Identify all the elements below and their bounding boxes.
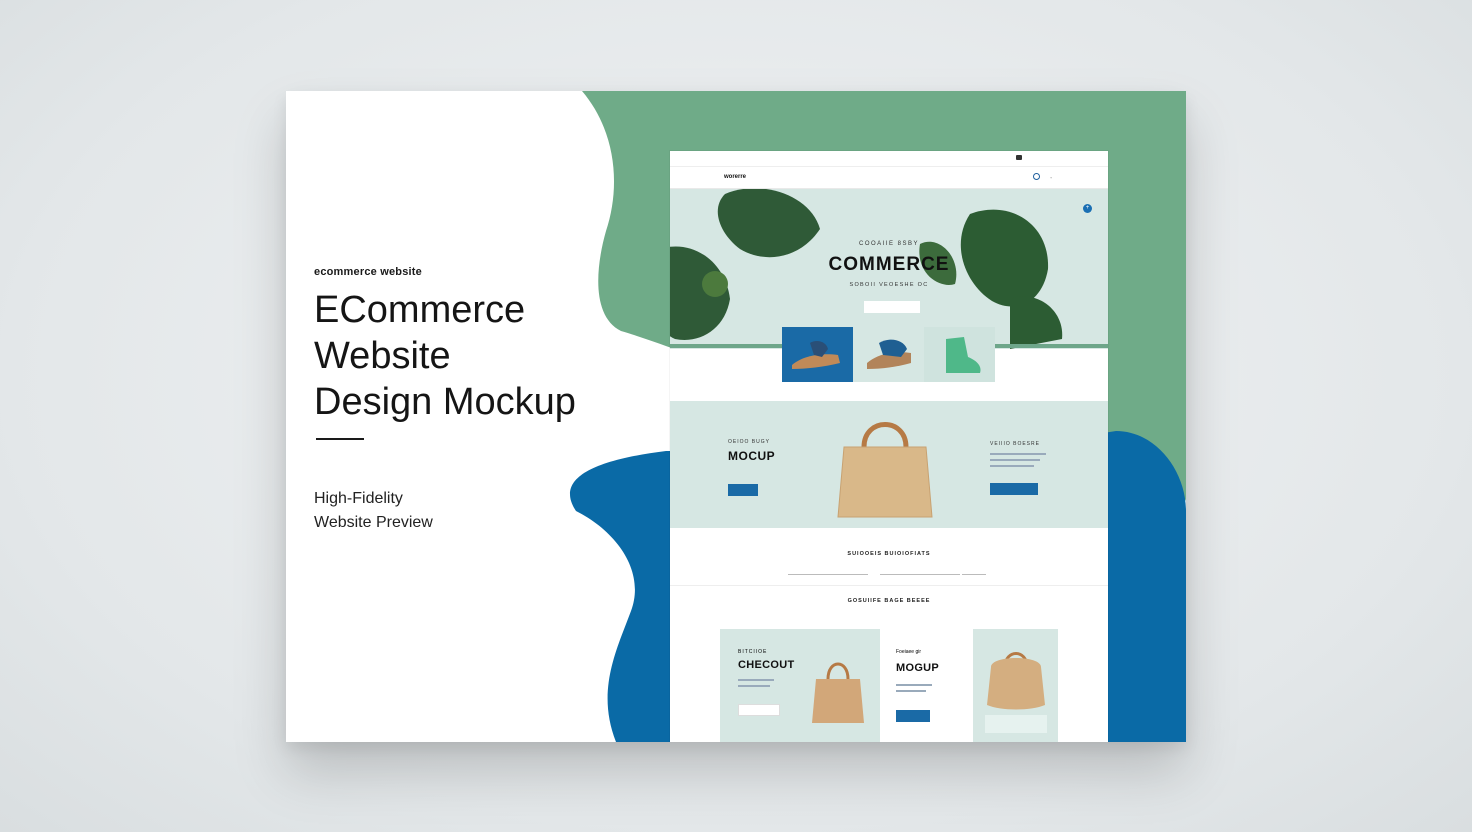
text-placeholder — [990, 453, 1046, 455]
promo-right-eyebrow: VEIIIO BOESRE — [990, 441, 1040, 447]
card-eyebrow: BITCIIOE — [738, 649, 768, 655]
hero-title: COMMERCE — [828, 254, 950, 275]
search-icon[interactable] — [1033, 173, 1040, 180]
form-field[interactable] — [788, 574, 868, 575]
card-cta-button[interactable] — [738, 704, 780, 716]
plus-icon[interactable]: + — [1083, 204, 1092, 213]
text-placeholder — [990, 459, 1040, 461]
sandal-icon — [792, 341, 840, 369]
kicker: ecommerce website — [314, 266, 422, 278]
subtitle-line: High-Fidelity — [314, 490, 403, 507]
subtitle-line: Website Preview — [314, 514, 433, 531]
promo-section: OEIOO BUGY MOCUP VEIIIO BOESRE — [670, 401, 1108, 528]
card-cta-button[interactable] — [896, 710, 930, 722]
text-placeholder — [738, 679, 774, 681]
mockup-card: ecommerce website ECommerce Website Desi… — [286, 91, 1186, 742]
subtitle: High-Fidelity Website Preview — [314, 487, 433, 535]
promo-title: MOCUP — [728, 449, 776, 463]
product-tiles — [782, 327, 995, 382]
product-tile[interactable] — [924, 327, 995, 382]
text-placeholder — [738, 685, 770, 687]
product-tile[interactable] — [782, 327, 853, 382]
website-mockup: worerre ▫ COOAIIE 8SBY COMMERCE SOBOII V… — [670, 151, 1108, 742]
promo-right-cta-button[interactable] — [990, 483, 1038, 495]
form-field[interactable] — [962, 574, 986, 575]
text-placeholder — [990, 465, 1034, 467]
headline-line: Design Mockup — [314, 381, 576, 423]
sandal-icon — [867, 339, 911, 369]
product-card[interactable]: Foeiaee gir MOGUP — [880, 629, 973, 742]
account-icon[interactable] — [1016, 155, 1022, 160]
product-card[interactable] — [973, 629, 1058, 742]
hero-subtitle: SOBOII VEOESHE OC — [849, 282, 929, 288]
divider — [316, 438, 364, 440]
boot-icon — [946, 337, 981, 373]
text-placeholder — [896, 684, 932, 686]
form-field[interactable] — [880, 574, 960, 575]
cart-icon[interactable]: ▫ — [1050, 175, 1052, 180]
hero-cta-button[interactable] — [864, 301, 920, 313]
site-topbar — [670, 151, 1108, 167]
product-tile[interactable] — [853, 327, 924, 382]
products-heading: GOSUIIFE BAGE BEEEE — [847, 598, 931, 604]
site-navbar: worerre ▫ — [670, 167, 1108, 189]
headline-line: Website — [314, 335, 451, 377]
promo-eyebrow: OEIOO BUGY — [728, 439, 770, 445]
site-logo[interactable]: worerre — [724, 174, 746, 180]
text-placeholder — [896, 690, 926, 692]
tote-bag-image — [985, 652, 1047, 733]
tote-bag-image — [837, 422, 933, 518]
product-card[interactable]: BITCIIOE CHECOUT — [720, 629, 880, 742]
card-title: CHECOUT — [738, 659, 795, 671]
card-eyebrow: Foeiaee gir — [896, 649, 922, 655]
form-section: SUIOOEIS BUIOIOFIATS — [670, 528, 1108, 586]
card-title: MOGUP — [896, 662, 940, 674]
headline: ECommerce Website Design Mockup — [314, 287, 634, 425]
promo-cta-button[interactable] — [728, 484, 758, 496]
products-section: GOSUIIFE BAGE BEEEE BITCIIOE CHECOUT Foe… — [670, 586, 1108, 742]
form-heading: SUIOOEIS BUIOIOFIATS — [847, 551, 931, 557]
tote-bag-image — [812, 662, 864, 723]
hero-section: COOAIIE 8SBY COMMERCE SOBOII VEOESHE OC … — [670, 189, 1108, 349]
hero-eyebrow: COOAIIE 8SBY — [858, 241, 919, 247]
headline-line: ECommerce — [314, 289, 526, 331]
